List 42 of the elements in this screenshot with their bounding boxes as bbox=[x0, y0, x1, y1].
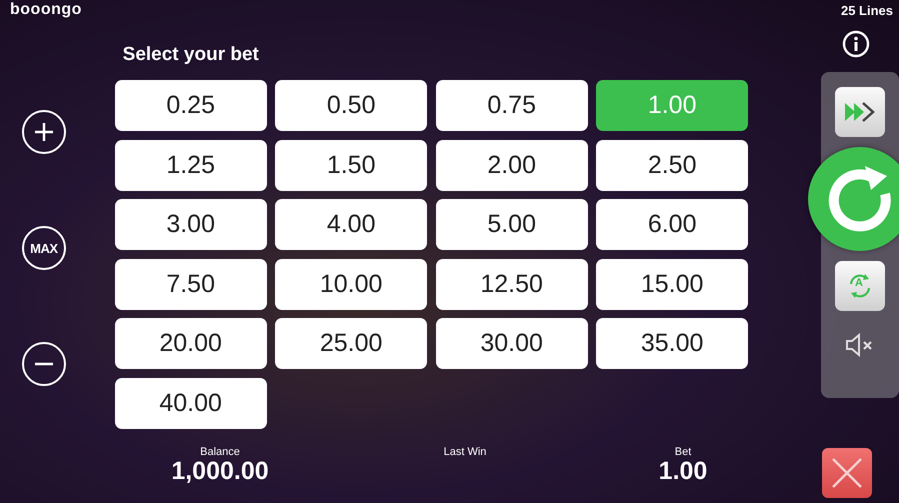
status-label: Last Win bbox=[444, 446, 486, 458]
bet-option[interactable]: 0.75 bbox=[436, 80, 588, 131]
bet-option[interactable]: 12.50 bbox=[436, 258, 588, 310]
bet-option[interactable]: 2.00 bbox=[436, 140, 588, 190]
logo: booongo bbox=[10, 1, 82, 19]
status-value: 1,000.00 bbox=[171, 458, 269, 484]
bet-option[interactable]: 5.00 bbox=[436, 199, 588, 250]
bet-option[interactable]: 15.00 bbox=[596, 258, 748, 310]
close-icon bbox=[830, 456, 864, 490]
bet-option[interactable]: 20.00 bbox=[114, 318, 267, 369]
sound-toggle-button[interactable] bbox=[845, 333, 875, 357]
bet-option[interactable]: 1.50 bbox=[275, 140, 428, 190]
status-label: Balance bbox=[200, 446, 240, 458]
bet-option[interactable]: 1.25 bbox=[114, 140, 267, 190]
bet-option[interactable]: 0.50 bbox=[275, 80, 428, 131]
bet-option[interactable]: 30.00 bbox=[436, 318, 588, 369]
bet-option[interactable]: 7.50 bbox=[114, 258, 267, 310]
autoplay-label: A bbox=[855, 277, 863, 289]
info-icon[interactable] bbox=[842, 30, 870, 58]
increase-bet-button[interactable] bbox=[22, 110, 66, 154]
status-value: 1.00 bbox=[658, 458, 708, 484]
bet-option[interactable]: 6.00 bbox=[596, 199, 748, 250]
bet-option[interactable]: 40.00 bbox=[114, 378, 267, 428]
spin-button[interactable] bbox=[808, 147, 899, 251]
minus-icon bbox=[32, 362, 55, 366]
fast-forward-icon bbox=[843, 101, 877, 123]
bet-option[interactable]: 25.00 bbox=[275, 318, 428, 369]
decrease-bet-button[interactable] bbox=[22, 342, 66, 386]
lines-label: 25 Lines bbox=[840, 2, 893, 18]
bet-option[interactable]: 3.00 bbox=[114, 199, 267, 250]
bet-option[interactable]: 2.50 bbox=[596, 140, 748, 190]
turbo-button[interactable] bbox=[835, 87, 885, 137]
close-button[interactable] bbox=[822, 448, 872, 498]
bet-option[interactable]: 4.00 bbox=[275, 199, 428, 250]
plus-icon bbox=[32, 121, 55, 143]
muted-speaker-icon bbox=[845, 333, 875, 357]
max-bet-button[interactable]: MAX bbox=[22, 226, 66, 270]
status-label: Bet bbox=[674, 446, 692, 458]
bet-option[interactable]: 35.00 bbox=[596, 318, 748, 369]
bet-option[interactable]: 10.00 bbox=[275, 258, 428, 310]
bet-option[interactable]: 0.25 bbox=[114, 80, 267, 131]
panel-title: Select your bet bbox=[122, 44, 260, 67]
